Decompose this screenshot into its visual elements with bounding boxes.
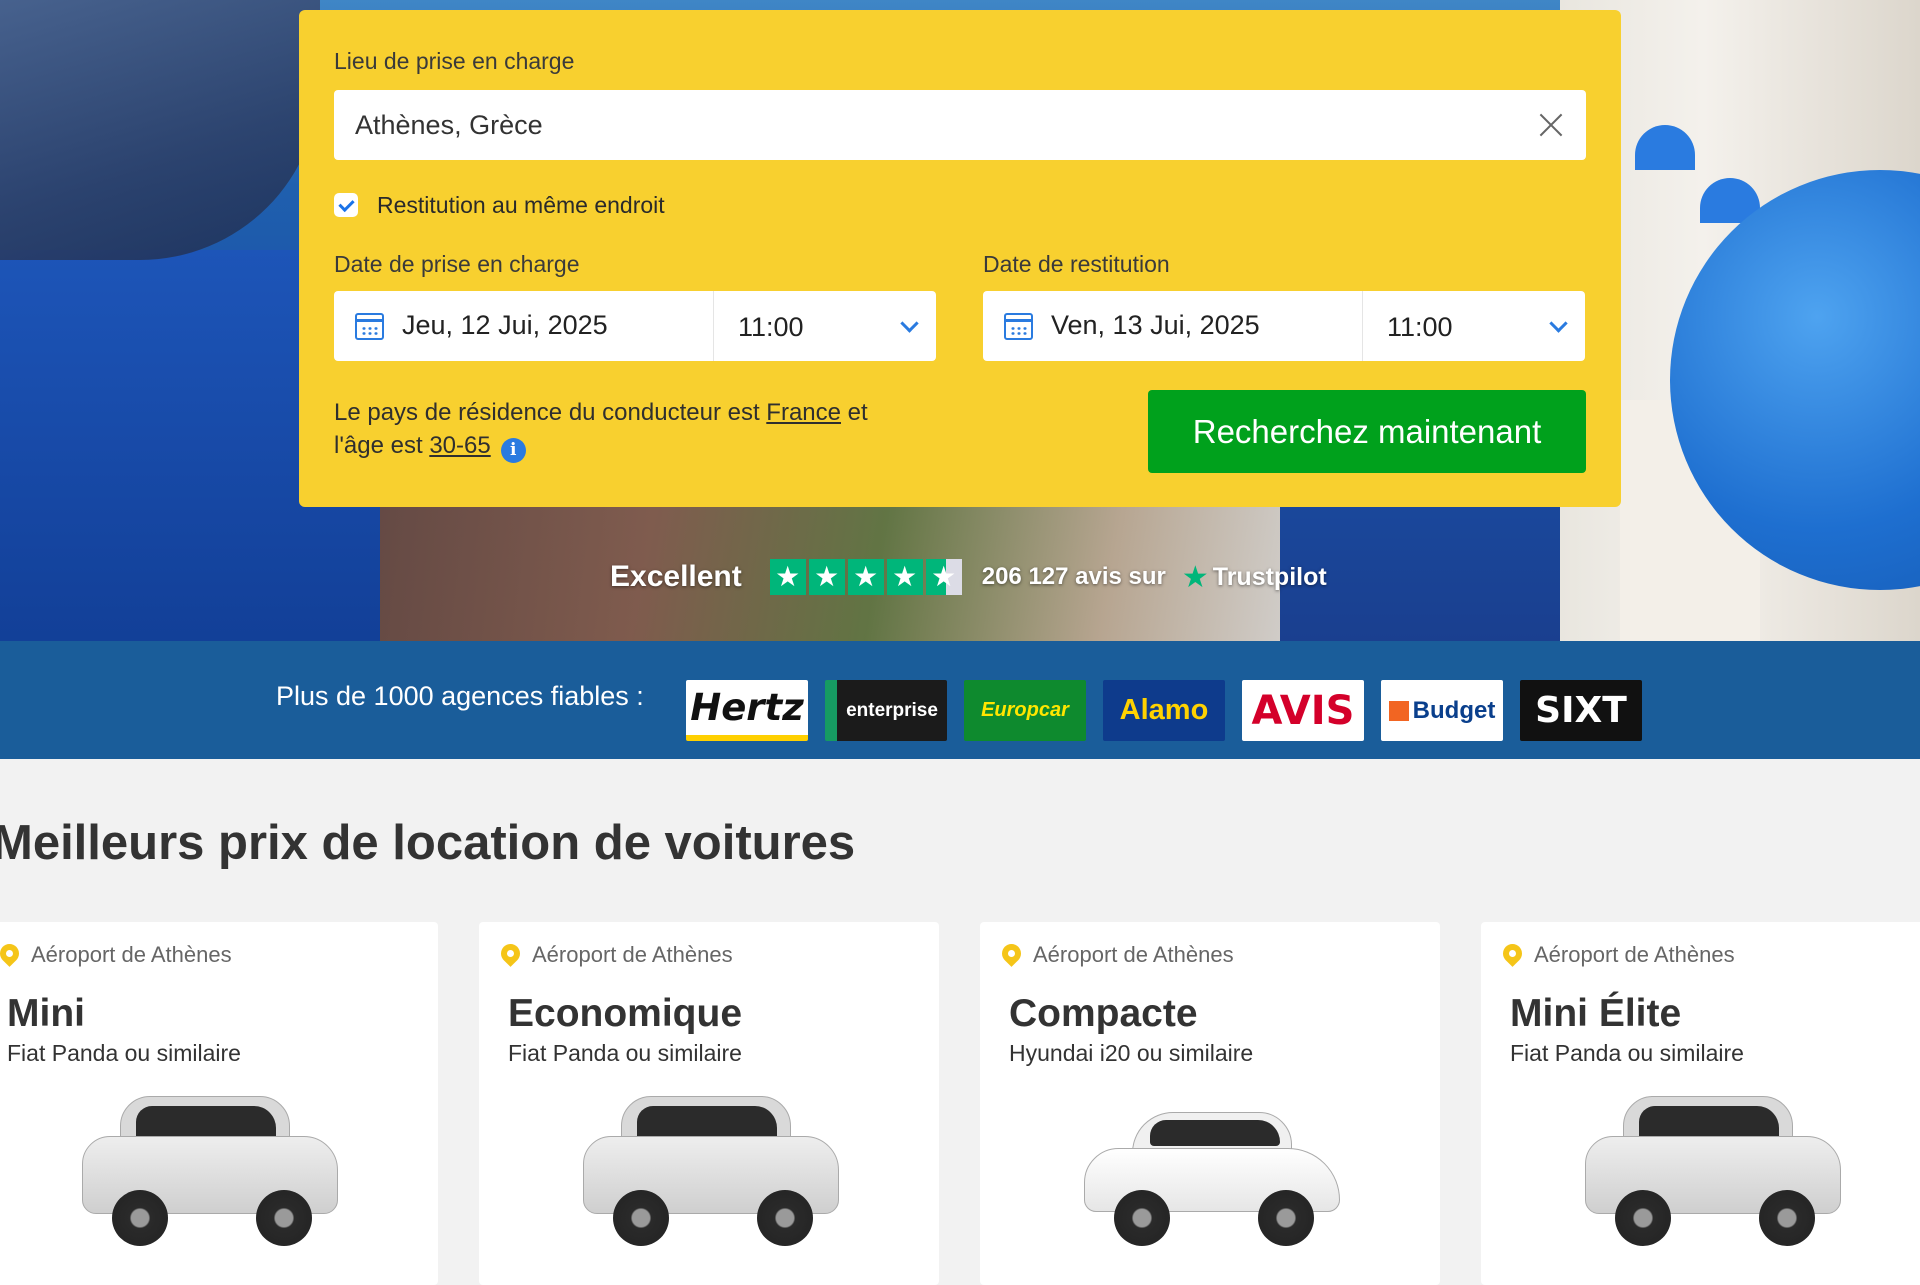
star-icon: ★ [886, 559, 923, 595]
rating-word: Excellent [610, 560, 742, 593]
half-star-icon: ★ [925, 559, 962, 595]
return-date-label: Date de restitution [983, 251, 1170, 277]
location-pin-icon [998, 940, 1025, 967]
search-button[interactable]: Recherchez maintenant [1148, 390, 1586, 473]
close-icon[interactable] [1538, 112, 1564, 138]
pickup-date-picker[interactable]: Jeu, 12 Jui, 2025 [334, 291, 714, 361]
car-image [1581, 1090, 1845, 1250]
europcar-logo: Europcar [964, 680, 1086, 741]
trustpilot-rating[interactable]: Excellent ★ ★ ★ ★ ★ 206 127 avis sur ★ T… [610, 557, 1327, 597]
age-range-link[interactable]: 30-65 [429, 432, 490, 459]
residence-country-link[interactable]: France [766, 399, 841, 426]
card-location: Aéroport de Athènes [31, 942, 232, 967]
driver-residence-text: Le pays de résidence du conducteur est F… [334, 396, 924, 463]
sixt-logo: SIXT [1520, 680, 1642, 741]
car-image [579, 1090, 843, 1250]
alamo-logo: Alamo [1103, 680, 1225, 741]
star-icon: ★ [769, 559, 806, 595]
car-image [78, 1090, 342, 1250]
residence-prefix: Le pays de résidence du conducteur est [334, 399, 760, 426]
avis-logo: AVIS [1242, 680, 1364, 741]
pickup-date-value: Jeu, 12 Jui, 2025 [402, 310, 608, 340]
pickup-location-value: Athènes, Grèce [355, 110, 543, 140]
car-card[interactable]: Aéroport de Athènes Compacte Hyundai i20… [980, 922, 1440, 1285]
car-card[interactable]: Aéroport de Athènes Mini Fiat Panda ou s… [0, 922, 438, 1285]
calendar-icon [1004, 313, 1033, 340]
budget-logo: Budget [1381, 680, 1503, 741]
hertz-logo: Hertz [686, 680, 808, 741]
card-location: Aéroport de Athènes [1534, 942, 1735, 967]
review-count: 206 127 avis sur [981, 563, 1166, 590]
chevron-down-icon [1549, 314, 1568, 333]
residence-mid: et [847, 399, 868, 426]
same-return-label[interactable]: Restitution au même endroit [377, 192, 665, 219]
info-icon[interactable]: i [500, 438, 526, 463]
return-date-picker[interactable]: Ven, 13 Jui, 2025 [983, 291, 1363, 361]
return-time-select[interactable]: 11:00 [1363, 291, 1585, 361]
card-category: Mini Élite [1510, 992, 1682, 1035]
agencies-label: Plus de 1000 agences fiables : [276, 681, 644, 711]
card-category: Economique [508, 992, 743, 1035]
pickup-date-label: Date de prise en charge [334, 251, 580, 277]
trustpilot-logo: Trustpilot [1212, 562, 1327, 591]
calendar-icon [355, 313, 384, 340]
pickup-time-select[interactable]: 11:00 [714, 291, 936, 361]
location-pin-icon [0, 940, 23, 967]
hero-cliff [0, 0, 320, 260]
return-date-value: Ven, 13 Jui, 2025 [1051, 310, 1260, 340]
budget-logo-text: Budget [1412, 696, 1496, 724]
location-pin-icon [1499, 940, 1526, 967]
card-category: Compacte [1009, 992, 1198, 1035]
card-location: Aéroport de Athènes [532, 942, 733, 967]
card-category: Mini [7, 992, 85, 1035]
pickup-location-label: Lieu de prise en charge [334, 48, 575, 74]
star-icon: ★ [847, 559, 884, 595]
trustpilot-star-icon: ★ [1181, 559, 1209, 595]
card-model: Fiat Panda ou similaire [508, 1040, 742, 1066]
chevron-down-icon [900, 314, 919, 333]
star-icon: ★ [808, 559, 845, 595]
same-return-checkbox[interactable] [334, 193, 358, 217]
pickup-time-value: 11:00 [738, 312, 804, 342]
card-location: Aéroport de Athènes [1033, 942, 1234, 967]
section-title: Meilleurs prix de location de voitures [0, 816, 856, 870]
car-card[interactable]: Aéroport de Athènes Mini Élite Fiat Pand… [1481, 922, 1920, 1285]
card-model: Fiat Panda ou similaire [1510, 1040, 1744, 1066]
car-card[interactable]: Aéroport de Athènes Economique Fiat Pand… [479, 922, 939, 1285]
return-time-value: 11:00 [1387, 312, 1453, 342]
car-image [1080, 1090, 1344, 1250]
card-model: Hyundai i20 ou similaire [1009, 1040, 1254, 1066]
enterprise-logo: enterprise [825, 680, 947, 741]
location-pin-icon [497, 940, 524, 967]
budget-mark-icon [1388, 700, 1409, 721]
pickup-date-field: Jeu, 12 Jui, 2025 11:00 [334, 291, 936, 361]
card-model: Fiat Panda ou similaire [7, 1040, 241, 1066]
return-date-field: Ven, 13 Jui, 2025 11:00 [983, 291, 1585, 361]
rating-stars: ★ ★ ★ ★ ★ [769, 559, 962, 595]
agencies-bar: Plus de 1000 agences fiables : Hertz ent… [0, 641, 1920, 759]
age-prefix: l'âge est [334, 432, 423, 459]
pickup-location-input[interactable]: Athènes, Grèce [334, 90, 1586, 160]
search-panel: Lieu de prise en charge Athènes, Grèce R… [299, 10, 1621, 507]
